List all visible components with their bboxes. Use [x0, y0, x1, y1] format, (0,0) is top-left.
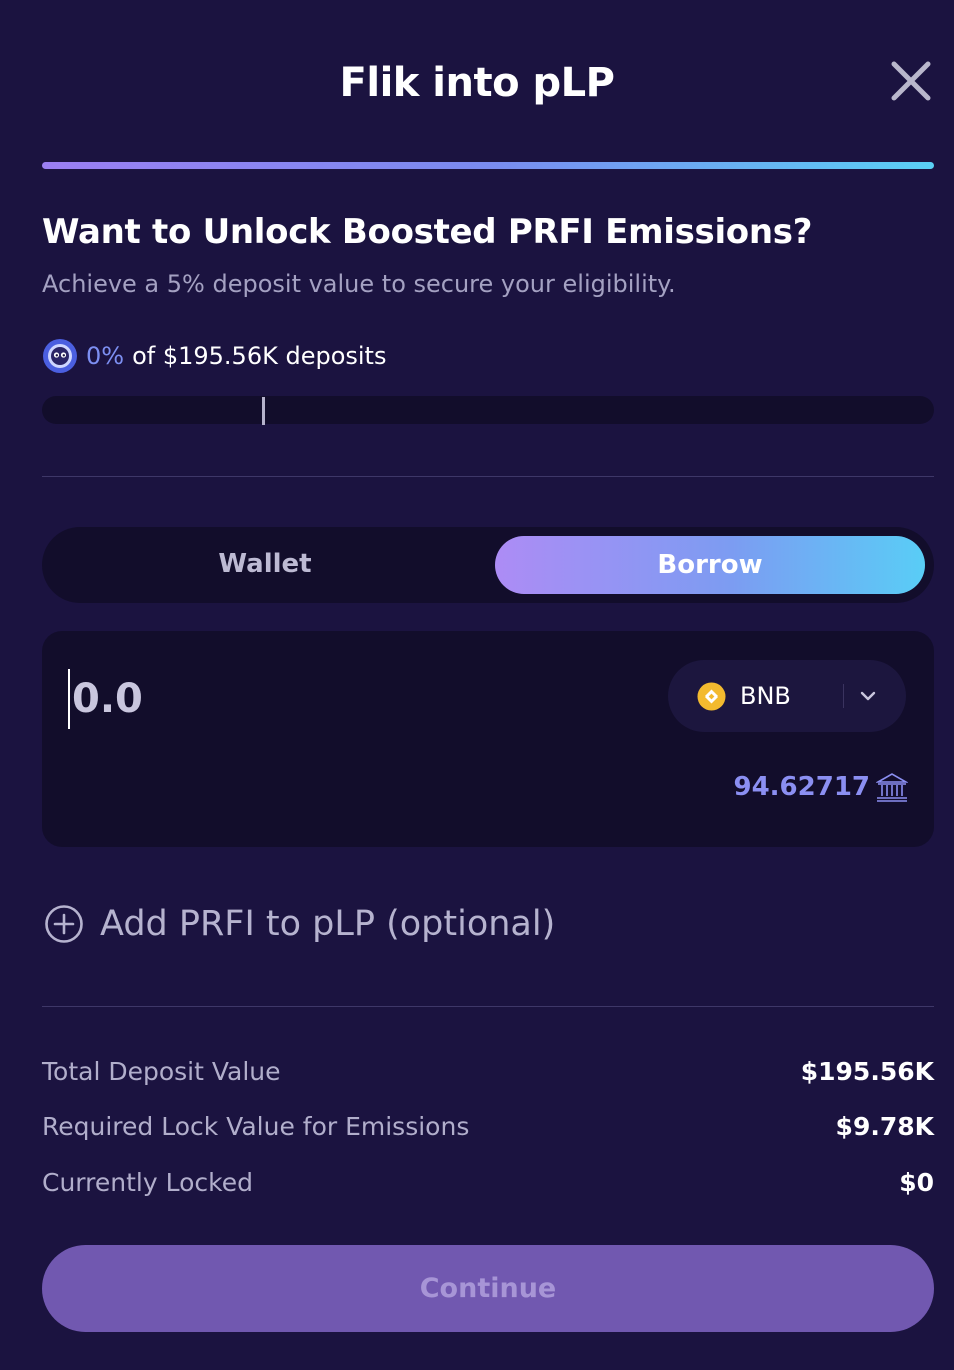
boost-heading: Want to Unlock Boosted PRFI Emissions? — [42, 212, 813, 252]
bank-icon — [876, 773, 908, 802]
summary-label: Total Deposit Value — [42, 1057, 281, 1086]
source-toggle: Wallet Borrow — [42, 527, 934, 603]
prfi-token-icon — [43, 339, 77, 373]
balance-value: 94.62717 — [733, 772, 870, 802]
max-balance[interactable]: 94.62717 — [733, 772, 908, 802]
divider — [42, 476, 934, 477]
summary-value: $0 — [899, 1168, 934, 1197]
deposit-percent: 0% — [86, 342, 125, 370]
deposit-total-text: of $195.56K deposits — [132, 342, 387, 370]
token-label: BNB — [740, 682, 791, 710]
header-gradient-bar — [42, 162, 934, 169]
chevron-down-icon — [860, 691, 876, 701]
summary-value: $9.78K — [835, 1112, 934, 1141]
continue-button[interactable]: Continue — [42, 1245, 934, 1332]
eligibility-target-marker — [262, 397, 265, 425]
token-selector-divider — [843, 684, 844, 708]
add-prfi-button[interactable]: Add PRFI to pLP (optional) — [44, 904, 555, 944]
bnb-icon — [697, 682, 726, 711]
amount-input[interactable] — [68, 669, 592, 729]
summary-label: Currently Locked — [42, 1168, 253, 1197]
summary-label: Required Lock Value for Emissions — [42, 1112, 470, 1141]
deposit-progress-track — [42, 396, 934, 424]
divider — [42, 1006, 934, 1007]
summary-row-currently-locked: Currently Locked $0 — [42, 1168, 934, 1197]
boost-subtitle: Achieve a 5% deposit value to secure you… — [42, 270, 676, 298]
tab-borrow[interactable]: Borrow — [495, 536, 925, 594]
tab-wallet[interactable]: Wallet — [50, 535, 480, 593]
modal-title: Flik into pLP — [339, 60, 615, 106]
summary-row-required-lock: Required Lock Value for Emissions $9.78K — [42, 1112, 934, 1141]
summary-row-total-deposit: Total Deposit Value $195.56K — [42, 1057, 934, 1086]
deposit-input-panel: BNB 94.62717 — [42, 631, 934, 847]
token-selector[interactable]: BNB — [668, 660, 906, 732]
summary-value: $195.56K — [800, 1057, 934, 1086]
add-prfi-label: Add PRFI to pLP (optional) — [100, 904, 556, 944]
plus-circle-icon — [45, 905, 83, 943]
close-icon[interactable] — [888, 58, 934, 104]
deposit-progress-text: 0% of $195.56K deposits — [42, 336, 386, 376]
